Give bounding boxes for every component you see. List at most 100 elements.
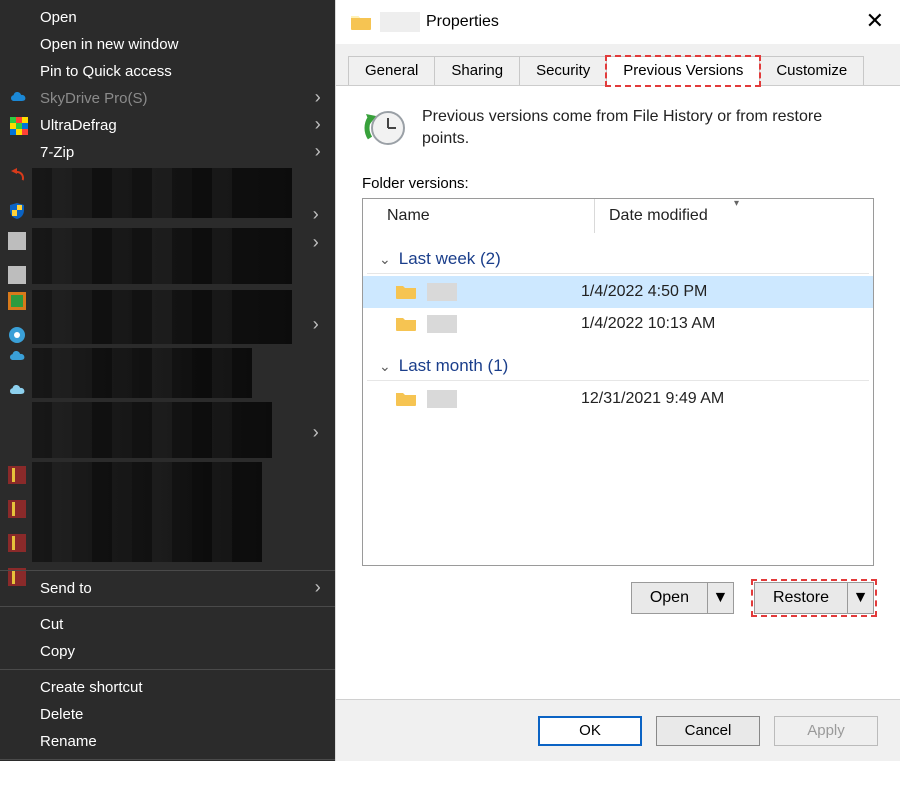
- ctx-item-pin-quick-access[interactable]: Pin to Quick access: [0, 58, 335, 85]
- close-button[interactable]: ✕: [860, 8, 890, 34]
- group-title: Last month (1): [399, 356, 509, 376]
- restore-button[interactable]: Restore: [754, 582, 848, 614]
- restore-clock-icon: [362, 106, 402, 146]
- dialog-footer: OK Cancel Apply: [336, 699, 900, 761]
- ctx-item-label: Delete: [40, 706, 83, 723]
- restore-split-button: Restore ▼: [754, 582, 874, 614]
- chevron-right-icon: ›: [310, 234, 321, 254]
- ctx-item-label: UltraDefrag: [40, 117, 117, 134]
- version-row[interactable]: 1/4/2022 4:50 PM: [363, 276, 873, 308]
- cloud-icon: [8, 382, 26, 400]
- redacted-name: [427, 283, 457, 301]
- chevron-down-icon: ⌄: [379, 251, 391, 268]
- shield-icon: [8, 202, 26, 220]
- chevron-right-icon: ›: [310, 316, 321, 336]
- redacted-name: [427, 390, 457, 408]
- version-row[interactable]: 1/4/2022 10:13 AM: [363, 308, 873, 340]
- tab-body: Previous versions come from File History…: [336, 86, 900, 699]
- open-split-button: Open ▼: [631, 582, 734, 614]
- column-date-modified[interactable]: Date modified ▾: [595, 199, 873, 233]
- ctx-item-open-new-window[interactable]: Open in new window: [0, 31, 335, 58]
- ctx-item-label: Copy: [40, 643, 75, 660]
- tab-sharing[interactable]: Sharing: [434, 56, 520, 85]
- ctx-item-delete[interactable]: Delete: [0, 701, 335, 728]
- tab-label: Previous Versions: [623, 62, 743, 79]
- ctx-item-label: Send to: [40, 580, 92, 597]
- chevron-right-icon: ›: [310, 206, 321, 226]
- open-button[interactable]: Open: [631, 582, 708, 614]
- group-last-month[interactable]: ⌄ Last month (1): [367, 346, 869, 381]
- version-date: 12/31/2021 9:49 AM: [581, 390, 873, 408]
- tab-label: General: [365, 62, 418, 79]
- chevron-right-icon: ›: [310, 424, 321, 444]
- ctx-item-label: Properties: [40, 769, 108, 786]
- archive-icon: [8, 466, 26, 484]
- folder-icon: [395, 283, 417, 301]
- group-last-week[interactable]: ⌄ Last week (2): [367, 239, 869, 274]
- tab-customize[interactable]: Customize: [759, 56, 864, 85]
- group-title: Last week (2): [399, 249, 501, 269]
- chevron-right-icon: ›: [312, 579, 323, 599]
- ctx-item-send-to[interactable]: Send to ›: [0, 575, 335, 602]
- tab-general[interactable]: General: [348, 56, 435, 85]
- chevron-right-icon: ›: [312, 89, 323, 109]
- sort-caret-icon: ▾: [734, 198, 739, 209]
- caret-down-icon: ▼: [713, 589, 729, 607]
- chevron-down-icon: ⌄: [379, 358, 391, 375]
- ctx-item-label: Open: [40, 9, 77, 26]
- ctx-item-create-shortcut[interactable]: Create shortcut: [0, 674, 335, 701]
- ctx-item-ultradefrag[interactable]: UltraDefrag ›: [0, 112, 335, 139]
- tab-label: Customize: [776, 62, 847, 79]
- open-dropdown[interactable]: ▼: [708, 582, 734, 614]
- ctx-item-open[interactable]: Open: [0, 4, 335, 31]
- dialog-title: Properties: [426, 13, 499, 31]
- restore-dropdown[interactable]: ▼: [848, 582, 874, 614]
- ctx-item-label: Rename: [40, 733, 97, 750]
- chevron-right-icon: ›: [312, 143, 323, 163]
- redacted-name: [380, 12, 420, 32]
- tab-security[interactable]: Security: [519, 56, 607, 85]
- ctx-item-rename[interactable]: Rename: [0, 728, 335, 755]
- app-icon: [8, 292, 26, 310]
- redacted-name: [427, 315, 457, 333]
- titlebar: Properties ✕: [336, 0, 900, 44]
- version-row[interactable]: 12/31/2021 9:49 AM: [363, 383, 873, 415]
- tab-previous-versions[interactable]: Previous Versions: [606, 56, 760, 86]
- folder-icon: [395, 315, 417, 333]
- chevron-right-icon: ›: [312, 116, 323, 136]
- ctx-item-properties[interactable]: Properties: [0, 764, 335, 791]
- separator: [0, 669, 335, 670]
- tab-label: Security: [536, 62, 590, 79]
- list-label: Folder versions:: [362, 175, 874, 192]
- folder-icon: [350, 12, 372, 32]
- app-icon: [8, 266, 26, 284]
- ctx-item-7zip[interactable]: 7-Zip ›: [0, 139, 335, 166]
- context-menu: Open Open in new window Pin to Quick acc…: [0, 0, 335, 761]
- separator: [0, 759, 335, 760]
- separator: [0, 570, 335, 571]
- list-header: Name Date modified ▾: [363, 199, 873, 233]
- caret-down-icon: ▼: [853, 589, 869, 607]
- undo-icon: [8, 168, 26, 186]
- column-name[interactable]: Name: [363, 199, 595, 233]
- ctx-item-cut[interactable]: Cut: [0, 611, 335, 638]
- cancel-button[interactable]: Cancel: [656, 716, 760, 746]
- archive-icon: [8, 534, 26, 552]
- folder-icon: [395, 390, 417, 408]
- ctx-item-copy[interactable]: Copy: [0, 638, 335, 665]
- ctx-item-label: Pin to Quick access: [40, 63, 172, 80]
- info-text: Previous versions come from File History…: [422, 106, 842, 149]
- version-date: 1/4/2022 4:50 PM: [581, 283, 873, 301]
- archive-icon: [8, 500, 26, 518]
- ultradefrag-icon: [10, 117, 28, 135]
- properties-dialog: Properties ✕ General Sharing Security Pr…: [335, 0, 900, 761]
- ok-button[interactable]: OK: [538, 716, 642, 746]
- ctx-item-label: Cut: [40, 616, 63, 633]
- version-date: 1/4/2022 10:13 AM: [581, 315, 873, 333]
- apply-button[interactable]: Apply: [774, 716, 878, 746]
- ctx-item-skydrive[interactable]: SkyDrive Pro(S) ›: [0, 85, 335, 112]
- separator: [0, 606, 335, 607]
- tab-label: Sharing: [451, 62, 503, 79]
- ctx-item-label: 7-Zip: [40, 144, 74, 161]
- app-icon: [8, 326, 26, 344]
